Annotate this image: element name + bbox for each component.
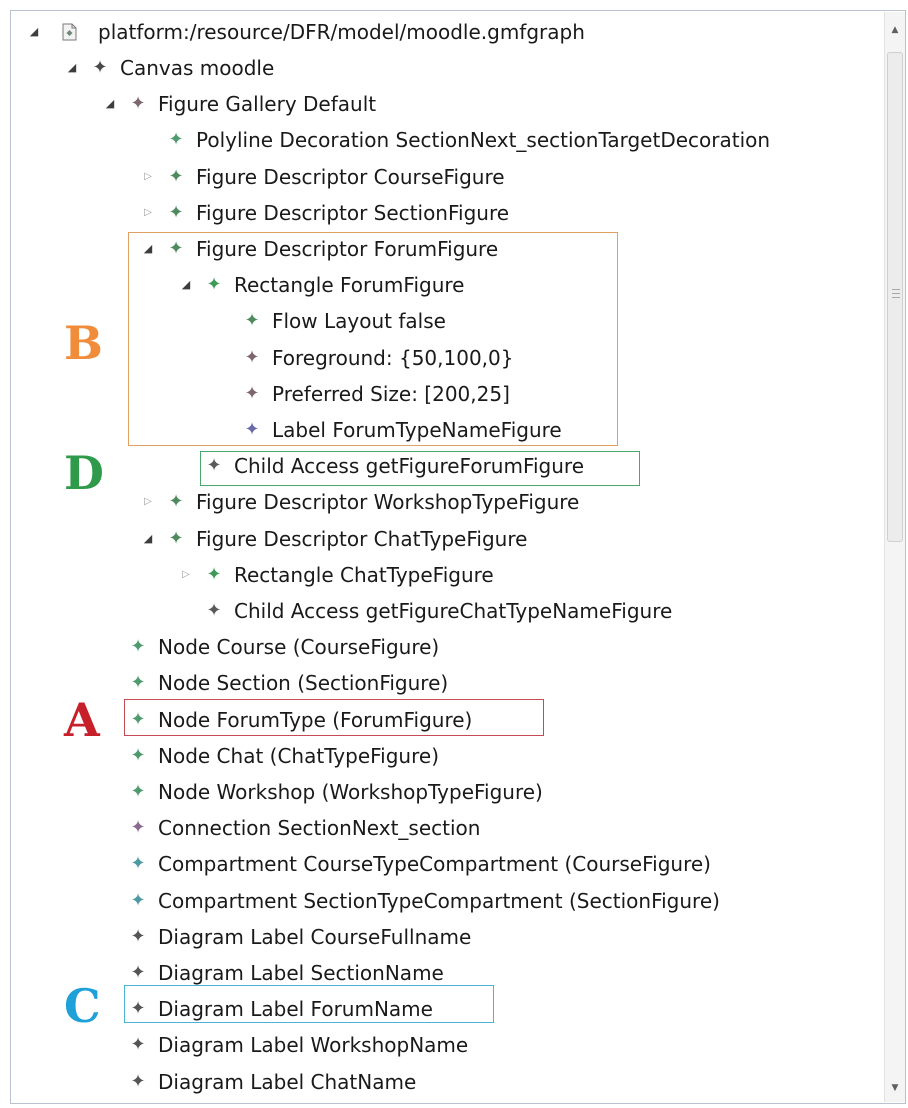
- tree-item-label: Polyline Decoration SectionNext_sectionT…: [196, 128, 771, 152]
- tree-item-label: Figure Descriptor SectionFigure: [196, 201, 510, 225]
- tree-item[interactable]: ✦ Diagram Label SectionName: [0, 958, 880, 988]
- diamond-node-icon: ✦: [130, 1034, 146, 1055]
- diamond-node-icon: ✦: [130, 853, 146, 874]
- tree-item-label: Figure Descriptor CourseFigure: [196, 165, 505, 189]
- tree-item[interactable]: ✦ Node Section (SectionFigure): [0, 668, 880, 698]
- tree-item-label: Diagram Label CourseFullname: [158, 925, 472, 949]
- diamond-node-icon: ✦: [168, 129, 184, 150]
- collapsed-toggle-icon[interactable]: ▷: [140, 162, 156, 192]
- scroll-up-arrow-icon[interactable]: ▲: [885, 20, 905, 40]
- tree-item[interactable]: ◢ ✦ Canvas moodle: [0, 53, 880, 83]
- tree-item[interactable]: ▷ ✦ Figure Descriptor WorkshopTypeFigure: [0, 487, 880, 517]
- collapsed-toggle-icon[interactable]: ▷: [178, 560, 194, 590]
- annotation-box-a: [124, 699, 544, 736]
- tree-item[interactable]: ✦ Node Chat (ChatTypeFigure): [0, 741, 880, 771]
- annotation-box-d: [200, 451, 640, 486]
- diamond-node-icon: ✦: [206, 564, 222, 585]
- tree-item[interactable]: ✦ Compartment CourseTypeCompartment (Cour…: [0, 849, 880, 879]
- tree-item-label: Figure Descriptor ChatTypeFigure: [196, 527, 528, 551]
- gmfgraph-file-icon: [62, 23, 77, 41]
- tree-item[interactable]: ▷ ✦ Rectangle ChatTypeFigure: [0, 560, 880, 590]
- tree-item[interactable]: ✦ Node Workshop (WorkshopTypeFigure): [0, 777, 880, 807]
- diamond-node-icon: ✦: [168, 528, 184, 549]
- tree-root-label: platform:/resource/DFR/model/moodle.gmfg…: [98, 20, 585, 44]
- diamond-node-icon: ✦: [92, 57, 108, 78]
- diamond-node-icon: ✦: [130, 817, 146, 838]
- diamond-node-icon: ✦: [130, 926, 146, 947]
- collapsed-toggle-icon[interactable]: ▷: [140, 198, 156, 228]
- model-tree: ◢ platform:/resource/DFR/model/moodle.gm…: [0, 0, 908, 1108]
- annotation-box-c: [124, 985, 494, 1023]
- diamond-node-icon: ✦: [130, 781, 146, 802]
- scrollbar-thumb[interactable]: [887, 52, 903, 542]
- tree-item[interactable]: ◢ ✦ Figure Descriptor ChatTypeFigure: [0, 524, 880, 554]
- diamond-node-icon: ✦: [168, 166, 184, 187]
- tree-item-label: Node Section (SectionFigure): [158, 671, 449, 695]
- diamond-node-icon: ✦: [168, 491, 184, 512]
- diamond-node-icon: ✦: [130, 745, 146, 766]
- tree-item-label: Canvas moodle: [120, 56, 275, 80]
- annotation-letter-c: C: [64, 979, 101, 1033]
- annotation-letter-a: A: [64, 693, 100, 747]
- annotation-letter-b: B: [64, 316, 103, 370]
- vertical-scrollbar[interactable]: ▲ ▼: [884, 12, 905, 1102]
- tree-item-label: Figure Descriptor WorkshopTypeFigure: [196, 490, 580, 514]
- tree-item-label: Rectangle ChatTypeFigure: [234, 563, 494, 587]
- tree-item[interactable]: ✦ Compartment SectionTypeCompartment (Sec…: [0, 886, 880, 916]
- scroll-down-arrow-icon[interactable]: ▼: [885, 1078, 905, 1098]
- tree-item[interactable]: ✦ Connection SectionNext_section: [0, 813, 880, 843]
- expand-toggle-icon[interactable]: ◢: [140, 524, 156, 554]
- tree-item-label: Figure Gallery Default: [158, 92, 377, 116]
- expand-toggle-icon[interactable]: ◢: [26, 17, 42, 47]
- tree-item-label: Node Chat (ChatTypeFigure): [158, 744, 439, 768]
- grip-icon: [892, 289, 900, 298]
- tree-item-label: Node Course (CourseFigure): [158, 635, 440, 659]
- collapsed-toggle-icon[interactable]: ▷: [140, 487, 156, 517]
- tree-item[interactable]: ✦ Diagram Label CourseFullname: [0, 922, 880, 952]
- diamond-node-icon: ✦: [168, 202, 184, 223]
- diamond-node-icon: ✦: [130, 962, 146, 983]
- diamond-node-icon: ✦: [130, 1071, 146, 1092]
- tree-item-label: Connection SectionNext_section: [158, 816, 481, 840]
- tree-item-label: Diagram Label WorkshopName: [158, 1033, 469, 1057]
- tree-item[interactable]: ✦ Child Access getFigureChatTypeNameFigur…: [0, 596, 880, 626]
- tree-item[interactable]: ✦ Polyline Decoration SectionNext_section…: [0, 125, 880, 155]
- tree-item-label: Node Workshop (WorkshopTypeFigure): [158, 780, 543, 804]
- annotation-letter-d: D: [64, 446, 104, 500]
- diamond-node-icon: ✦: [206, 600, 222, 621]
- diamond-node-icon: ✦: [130, 890, 146, 911]
- tree-item[interactable]: ▷ ✦ Figure Descriptor CourseFigure: [0, 162, 880, 192]
- expand-toggle-icon[interactable]: ◢: [64, 53, 80, 83]
- diamond-node-icon: ✦: [130, 672, 146, 693]
- tree-root[interactable]: ◢ platform:/resource/DFR/model/moodle.gm…: [0, 17, 880, 47]
- diamond-node-icon: ✦: [130, 93, 146, 114]
- tree-item[interactable]: ◢ ✦ Figure Gallery Default: [0, 89, 880, 119]
- expand-toggle-icon[interactable]: ◢: [102, 89, 118, 119]
- tree-item-label: Compartment CourseTypeCompartment (Cours…: [158, 852, 711, 876]
- annotation-box-b: [128, 232, 618, 446]
- diamond-node-icon: ✦: [130, 636, 146, 657]
- tree-item-label: Child Access getFigureChatTypeNameFigure: [234, 599, 673, 623]
- tree-item[interactable]: ✦ Diagram Label WorkshopName: [0, 1030, 880, 1060]
- tree-item-label: Diagram Label SectionName: [158, 961, 444, 985]
- tree-item-label: Compartment SectionTypeCompartment (Sect…: [158, 889, 720, 913]
- tree-item[interactable]: ✦ Node Course (CourseFigure): [0, 632, 880, 662]
- tree-item[interactable]: ▷ ✦ Figure Descriptor SectionFigure: [0, 198, 880, 228]
- tree-item[interactable]: ✦ Diagram Label ChatName: [0, 1067, 880, 1097]
- tree-item-label: Diagram Label ChatName: [158, 1070, 417, 1094]
